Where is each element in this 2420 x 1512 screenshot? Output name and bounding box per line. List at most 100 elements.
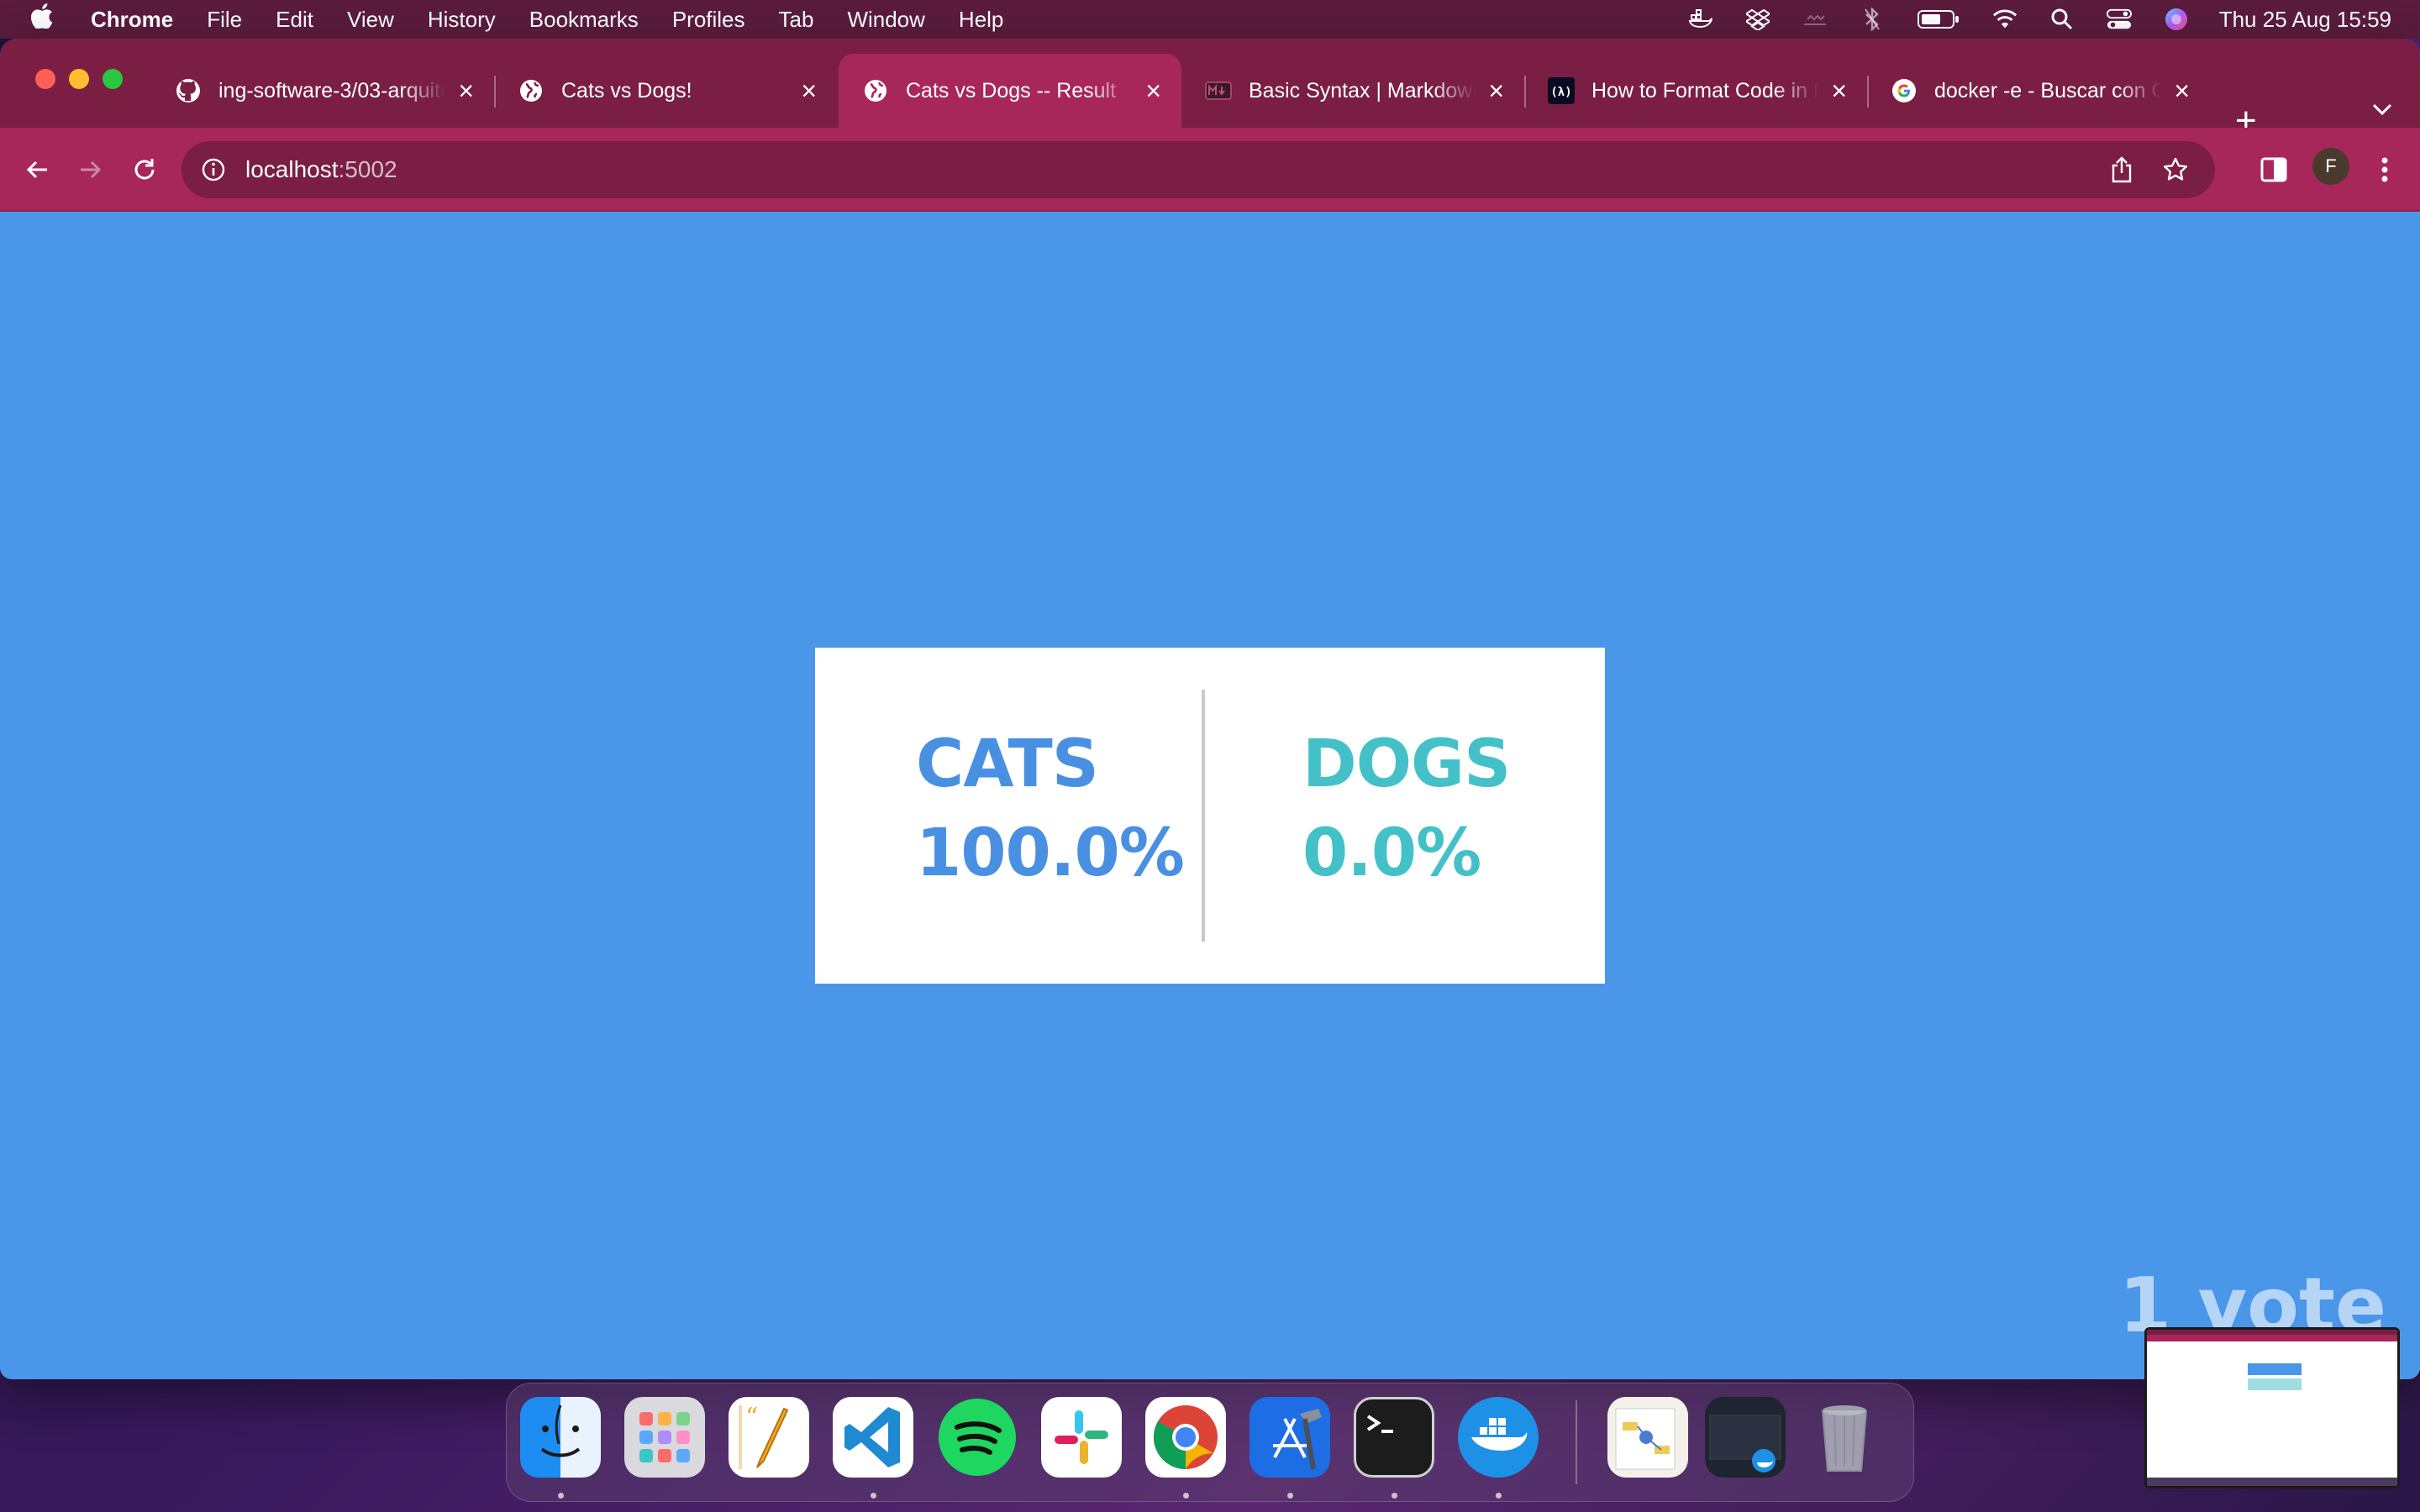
forward-button[interactable] <box>74 153 108 186</box>
menu-edit[interactable]: Edit <box>276 7 313 33</box>
trash-icon[interactable] <box>1804 1397 1885 1478</box>
tab-markdown-guide[interactable]: Basic Syntax | Markdown Guide × <box>1181 54 1526 128</box>
tab-close-icon[interactable]: × <box>1831 77 1847 104</box>
globe-icon <box>518 77 544 104</box>
more-menu-icon[interactable] <box>2368 153 2402 186</box>
reload-button[interactable] <box>128 153 161 186</box>
browser-toolbar: localhost:5002 F <box>0 128 2420 212</box>
menu-app-chrome[interactable]: Chrome <box>91 7 173 33</box>
back-button[interactable] <box>20 153 54 186</box>
globe-icon <box>862 77 889 104</box>
menu-bar: Chrome File Edit View History Bookmarks … <box>0 0 2420 39</box>
share-icon[interactable] <box>2107 155 2136 184</box>
bluetooth-icon[interactable] <box>1860 7 1885 32</box>
spotify-icon[interactable] <box>937 1397 1018 1478</box>
result-card: CATS 100.0% DOGS 0.0% <box>815 648 1605 984</box>
tab-title: docker -e - Buscar con Google <box>1934 78 2161 102</box>
menu-bar-status-area: Thu 25 Aug 15:59 <box>1656 0 2391 39</box>
tab-google-search[interactable]: docker -e - Buscar con Google × <box>1867 54 2210 128</box>
menu-history[interactable]: History <box>428 7 496 33</box>
cats-label: CATS <box>916 727 1099 802</box>
site-info-icon[interactable] <box>200 156 227 183</box>
page-content: CATS 100.0% DOGS 0.0% 1 vote <box>0 212 2420 1379</box>
docker-status-icon[interactable] <box>1688 7 1713 32</box>
dock: “ <box>506 1383 1914 1502</box>
address-bar-actions <box>2107 155 2215 184</box>
slack-icon[interactable] <box>1041 1397 1122 1478</box>
tab-github-repo[interactable]: ing-software-3/03-arquitectura × <box>151 54 496 128</box>
github-icon <box>175 77 202 104</box>
wifi-icon[interactable] <box>1992 7 2018 32</box>
tab-close-icon[interactable]: × <box>801 77 817 104</box>
menu-file[interactable]: File <box>207 7 242 33</box>
dogs-percent: 0.0% <box>1302 816 1481 891</box>
running-indicator <box>558 1493 564 1499</box>
tab-close-icon[interactable]: × <box>458 77 474 104</box>
battery-icon[interactable] <box>1917 7 1960 32</box>
freecodecamp-icon: (λ) <box>1548 77 1575 104</box>
cats-percent: 100.0% <box>916 816 1185 891</box>
svg-text:“: “ <box>745 1403 758 1432</box>
menu-extra-icon[interactable] <box>1802 7 1828 32</box>
launchpad-icon[interactable] <box>624 1397 705 1478</box>
screen-recording-stack-icon[interactable] <box>1705 1397 1786 1478</box>
url-text[interactable]: localhost:5002 <box>245 156 397 183</box>
apple-menu-icon[interactable] <box>24 3 60 35</box>
tab-cats-vs-dogs-result[interactable]: Cats vs Dogs -- Result × <box>839 54 1181 128</box>
markdown-icon <box>1205 77 1232 104</box>
running-indicator <box>1392 1493 1397 1499</box>
window-fullscreen-button[interactable] <box>103 69 123 89</box>
tab-title: Basic Syntax | Markdown Guide <box>1249 78 1476 102</box>
dogs-label: DOGS <box>1302 727 1511 802</box>
tab-title: How to Format Code in Markdown <box>1591 78 1818 102</box>
tab-format-code-markdown[interactable]: (λ) How to Format Code in Markdown × <box>1524 54 1869 128</box>
terminal-icon[interactable] <box>1354 1397 1434 1478</box>
pages-icon[interactable]: “ <box>729 1397 809 1478</box>
docker-icon[interactable] <box>1458 1397 1539 1478</box>
xcode-icon[interactable] <box>1249 1397 1330 1478</box>
menu-window[interactable]: Window <box>847 7 924 33</box>
tab-close-icon[interactable]: × <box>2174 77 2190 104</box>
tab-title: Cats vs Dogs! <box>561 78 692 102</box>
vscode-icon[interactable] <box>833 1397 913 1478</box>
menu-bar-clock[interactable]: Thu 25 Aug 15:59 <box>2219 7 2391 33</box>
window-minimize-button[interactable] <box>69 69 89 89</box>
tab-strip: ing-software-3/03-arquitectura × Cats vs… <box>0 39 2420 139</box>
side-panel-icon[interactable] <box>2257 153 2291 186</box>
chrome-icon[interactable] <box>1145 1397 1226 1478</box>
tab-close-icon[interactable]: × <box>1488 77 1504 104</box>
spotlight-search-icon[interactable] <box>2049 7 2075 32</box>
dogs-result: DOGS 0.0% <box>1302 727 1511 891</box>
menu-tab[interactable]: Tab <box>779 7 814 33</box>
cats-result: CATS 100.0% <box>916 727 1185 891</box>
google-icon <box>1891 77 1918 104</box>
tab-title: Cats vs Dogs -- Result <box>906 78 1117 102</box>
dropbox-icon[interactable] <box>1745 7 1770 32</box>
tab-title: ing-software-3/03-arquitectura <box>218 78 445 102</box>
result-divider <box>1202 690 1205 942</box>
control-center-icon[interactable] <box>2106 7 2132 32</box>
running-indicator <box>1183 1493 1189 1499</box>
menu-profiles[interactable]: Profiles <box>672 7 745 33</box>
running-indicator <box>871 1493 876 1499</box>
browser-window: ing-software-3/03-arquitectura × Cats vs… <box>0 39 2420 1379</box>
running-indicator <box>1496 1493 1502 1499</box>
tab-search-chevron-icon[interactable] <box>2371 102 2393 120</box>
window-close-button[interactable] <box>35 69 55 89</box>
menu-bookmarks[interactable]: Bookmarks <box>529 7 639 33</box>
document-stack-icon[interactable] <box>1607 1397 1688 1478</box>
dock-separator <box>1576 1400 1577 1484</box>
running-indicator <box>1287 1493 1293 1499</box>
siri-icon[interactable] <box>2164 7 2189 32</box>
tab-cats-vs-dogs[interactable]: Cats vs Dogs! × <box>494 54 837 128</box>
url-port: :5002 <box>338 156 397 182</box>
bookmark-star-icon[interactable] <box>2161 155 2190 184</box>
finder-icon[interactable] <box>520 1397 601 1478</box>
menu-help[interactable]: Help <box>959 7 1003 33</box>
address-bar[interactable]: localhost:5002 <box>182 141 2215 198</box>
profile-avatar[interactable]: F <box>2312 148 2349 185</box>
url-host: localhost <box>245 156 339 182</box>
tab-close-icon[interactable]: × <box>1145 77 1161 104</box>
screenshot-thumbnail-preview[interactable] <box>2144 1327 2400 1488</box>
menu-view[interactable]: View <box>347 7 394 33</box>
